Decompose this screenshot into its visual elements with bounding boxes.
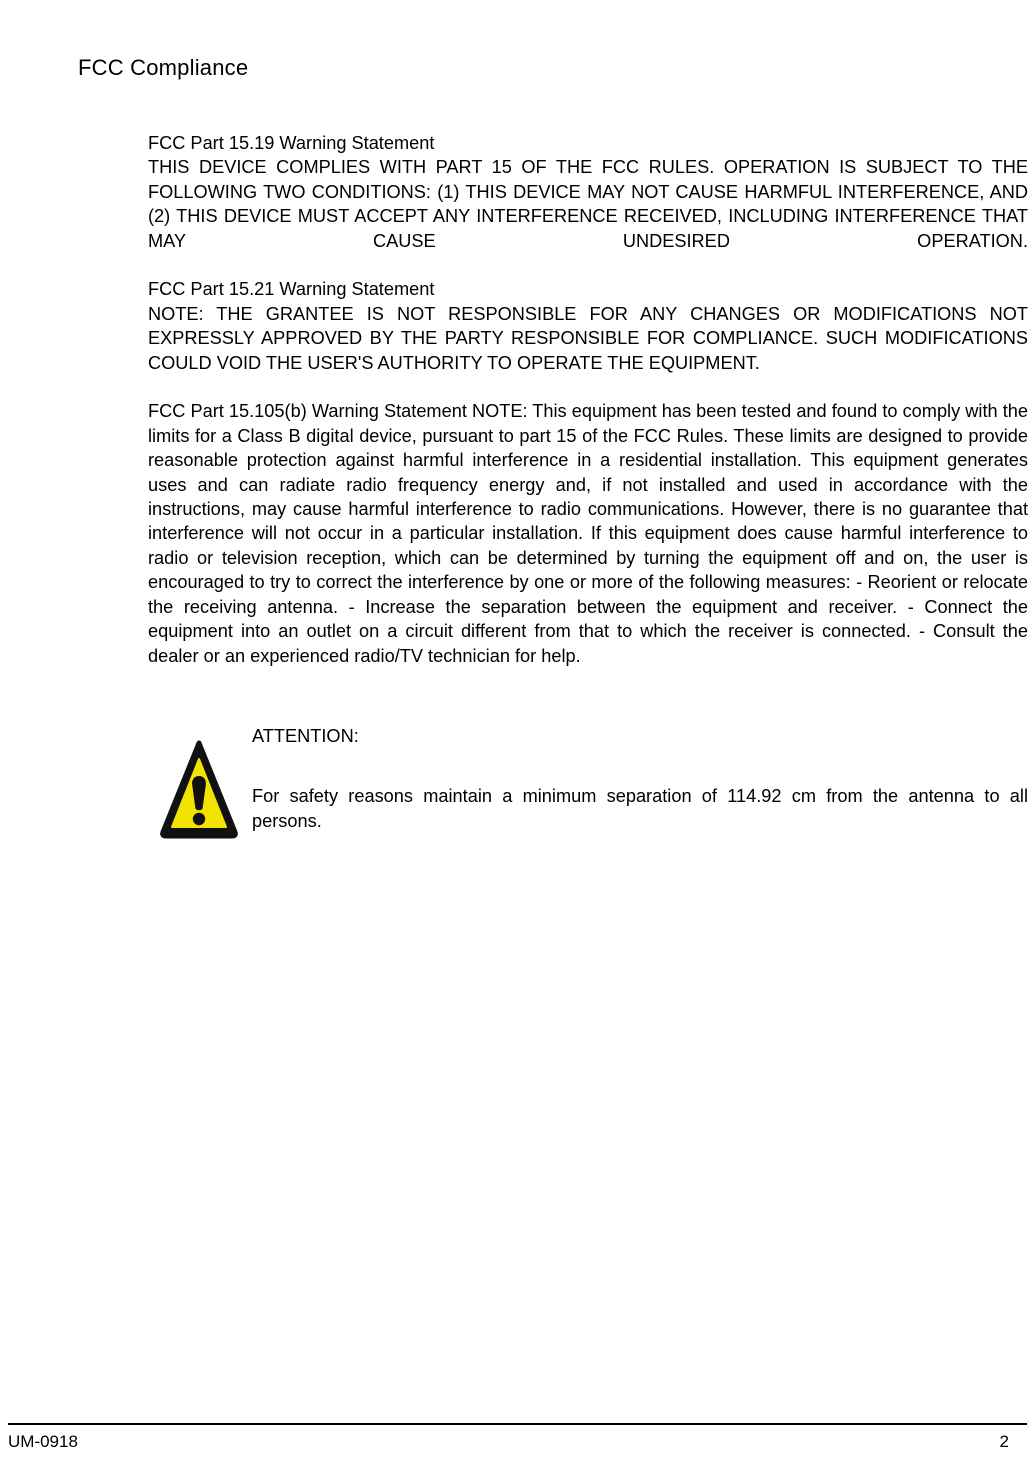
- page-title: FCC Compliance: [78, 55, 249, 80]
- section-body-15-19: THIS DEVICE COMPLIES WITH PART 15 OF THE…: [148, 157, 1028, 251]
- section-part-15-21: FCC Part 15.21 Warning Statement NOTE: T…: [148, 277, 1028, 375]
- document-page: FCC Compliance FCC Part 15.19 Warning St…: [0, 0, 1035, 1481]
- footer-divider: [8, 1423, 1027, 1425]
- attention-spacer: [252, 748, 1028, 784]
- section-heading-15-21: FCC Part 15.21 Warning Statement: [148, 279, 435, 300]
- footer-page-number: 2: [999, 1432, 1009, 1451]
- section-heading-15-19: FCC Part 15.19 Warning Statement: [148, 133, 435, 153]
- document-body: FCC Part 15.19 Warning Statement THIS DE…: [148, 131, 1028, 668]
- warning-triangle-icon: [160, 740, 238, 839]
- section-body-15-105b: FCC Part 15.105(b) Warning Statement NOT…: [148, 401, 1028, 666]
- attention-text-block: ATTENTION: For safety reasons maintain a…: [252, 724, 1028, 833]
- footer-document-code: UM-0918: [8, 1432, 78, 1451]
- page-footer: UM-0918 2: [8, 1423, 1027, 1467]
- section-part-15-105b: FCC Part 15.105(b) Warning Statement NOT…: [148, 399, 1028, 667]
- attention-body: For safety reasons maintain a minimum se…: [252, 786, 1028, 831]
- section-part-15-19: FCC Part 15.19 Warning Statement THIS DE…: [148, 131, 1028, 253]
- footer-row: UM-0918 2: [8, 1431, 1027, 1453]
- attention-title: ATTENTION:: [252, 726, 359, 746]
- section-body-15-21: NOTE: THE GRANTEE IS NOT RESPONSIBLE FOR…: [148, 303, 1028, 373]
